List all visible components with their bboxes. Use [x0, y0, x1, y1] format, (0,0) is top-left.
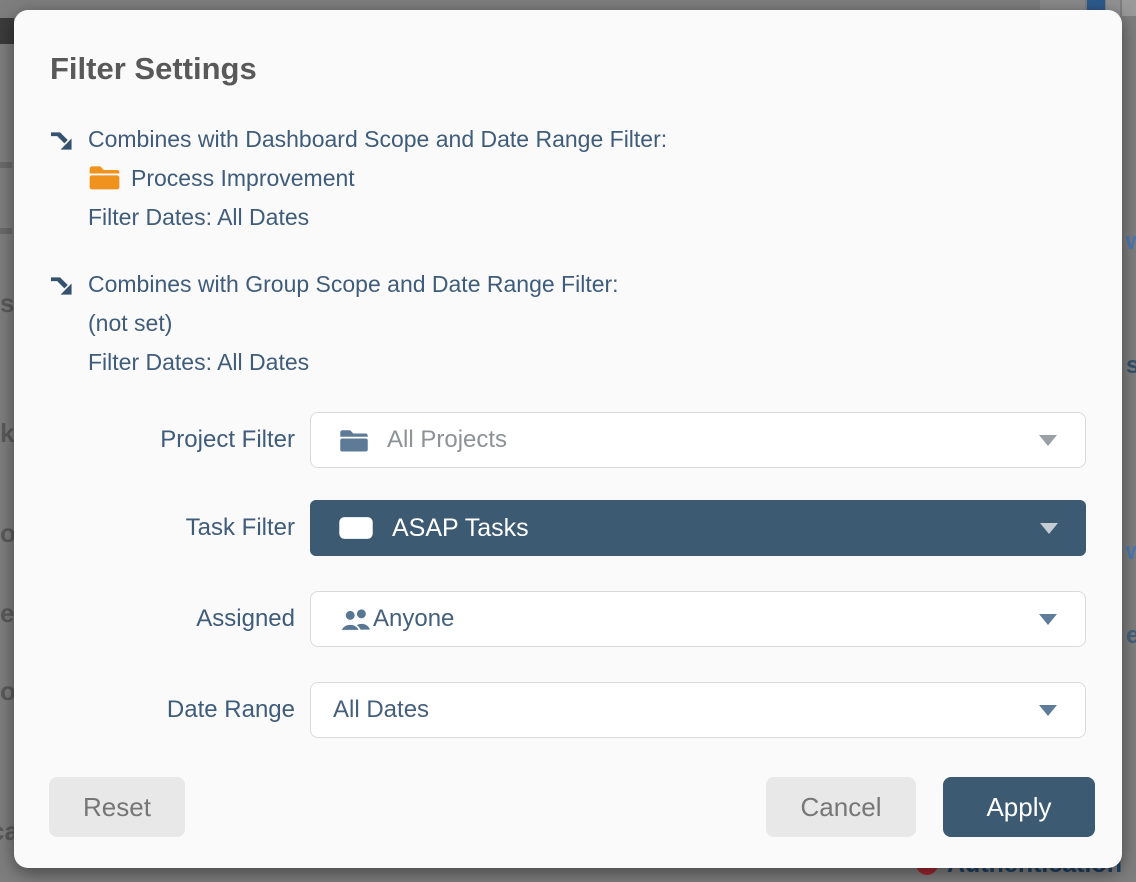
summary-dates-line: Filter Dates: All Dates — [50, 198, 667, 237]
background-text-fragment: e — [0, 598, 14, 629]
filter-settings-dialog: Filter Settings Combines with Dashboard … — [14, 10, 1122, 868]
task-filter-label: Task Filter — [50, 500, 295, 556]
date-range-row: Date Range All Dates — [14, 682, 1122, 738]
background-text-fragment: s — [0, 288, 14, 319]
date-range-label: Date Range — [50, 682, 295, 738]
summary-heading: Combines with Group Scope and Date Range… — [88, 271, 619, 297]
task-filter-value: ASAP Tasks — [392, 514, 529, 543]
assigned-value: Anyone — [373, 605, 454, 633]
background-text-fragment: s — [1126, 352, 1136, 380]
cancel-button[interactable]: Cancel — [766, 777, 916, 837]
summary-value-line: (not set) — [50, 304, 619, 343]
project-filter-value: All Projects — [387, 426, 507, 454]
chevron-down-icon[interactable] — [1039, 435, 1057, 446]
summary-value-line: Process Improvement — [50, 159, 667, 198]
assigned-select[interactable]: Anyone — [310, 591, 1086, 647]
scope-group-value: (not set) — [88, 310, 172, 336]
arrow-down-right-icon — [50, 128, 73, 151]
scope-project-name: Process Improvement — [131, 165, 355, 191]
scope-filter-dates: Filter Dates: All Dates — [88, 204, 309, 230]
background-dash-fragment — [0, 228, 12, 234]
assigned-label: Assigned — [50, 591, 295, 647]
screen: { "modal": { "title": "Filter Settings",… — [0, 0, 1136, 882]
arrow-down-right-icon — [50, 273, 73, 296]
summary-heading-line: Combines with Dashboard Scope and Date R… — [50, 120, 667, 159]
folder-icon — [339, 428, 369, 453]
folder-icon — [338, 515, 374, 541]
assigned-row: Assigned Anyone — [14, 591, 1122, 647]
project-filter-select[interactable]: All Projects — [310, 412, 1086, 468]
task-filter-row: Task Filter ASAP Tasks — [14, 500, 1122, 556]
summary-heading-line: Combines with Group Scope and Date Range… — [50, 265, 619, 304]
group-scope-summary: Combines with Group Scope and Date Range… — [50, 265, 619, 382]
date-range-select[interactable]: All Dates — [310, 682, 1086, 738]
scope-filter-dates: Filter Dates: All Dates — [88, 349, 309, 375]
summary-dates-line: Filter Dates: All Dates — [50, 343, 619, 382]
reset-button[interactable]: Reset — [49, 777, 185, 837]
folder-icon — [88, 164, 121, 191]
background-text-fragment: e — [1126, 622, 1136, 650]
background-text-fragment: k — [0, 418, 14, 449]
background-toolbar-fragment — [1122, 0, 1136, 16]
dashboard-scope-summary: Combines with Dashboard Scope and Date R… — [50, 120, 667, 237]
project-filter-row: Project Filter All Projects — [14, 412, 1122, 468]
apply-button[interactable]: Apply — [943, 777, 1095, 837]
chevron-down-icon[interactable] — [1039, 705, 1057, 716]
chevron-down-icon[interactable] — [1040, 523, 1058, 534]
background-text-fragment: w — [1126, 538, 1136, 566]
dialog-title: Filter Settings — [50, 49, 257, 89]
summary-heading: Combines with Dashboard Scope and Date R… — [88, 126, 667, 152]
task-filter-select[interactable]: ASAP Tasks — [310, 500, 1086, 556]
background-heading-fragment — [0, 18, 14, 44]
date-range-value: All Dates — [333, 696, 429, 724]
chevron-down-icon[interactable] — [1039, 614, 1057, 625]
background-text-fragment: w — [1126, 228, 1136, 256]
background-dash-fragment — [0, 162, 12, 168]
project-filter-label: Project Filter — [50, 412, 295, 468]
users-icon — [339, 606, 371, 632]
